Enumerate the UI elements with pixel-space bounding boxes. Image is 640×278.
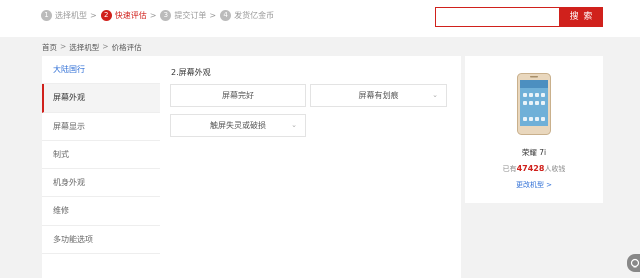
step-number: 3 [160, 10, 172, 21]
change-model-link[interactable]: 更改机型 > [465, 180, 603, 190]
step-separator: > [90, 11, 97, 20]
step-3: 3 提交订单 > [160, 10, 220, 21]
option-label: 触屏失灵或破损 [210, 121, 266, 130]
collected-count-text: 已有47428人收钱 [465, 164, 603, 174]
option-touch-failure[interactable]: 触屏失灵或破损 ⌄ [170, 114, 306, 137]
chat-bubble-icon [630, 258, 640, 268]
breadcrumb-select-model[interactable]: 选择机型 [69, 42, 99, 53]
assessment-panel: 2.屏幕外观 屏幕完好 屏幕有划痕 ⌄ 触屏失灵或破损 ⌄ [160, 56, 461, 278]
collected-prefix: 已有 [502, 165, 517, 173]
option-label: 屏幕有划痕 [358, 91, 399, 100]
sidebar-item-screen-display[interactable]: 屏幕显示 [42, 113, 160, 141]
product-card: 荣耀 7i 已有47428人收钱 更改机型 > [465, 56, 603, 203]
collected-count: 47428 [516, 164, 545, 173]
sidebar: 大陆国行 屏幕外观 屏幕显示 制式 机身外观 维修 多功能选项 [42, 56, 160, 278]
breadcrumb-home[interactable]: 首页 [42, 42, 57, 53]
chevron-down-icon: ⌄ [432, 91, 438, 99]
sidebar-item-body-appearance[interactable]: 机身外观 [42, 169, 160, 198]
step-number: 2 [100, 10, 112, 21]
step-label: 发货亿金币 [234, 11, 275, 20]
step-number: 4 [220, 10, 232, 21]
sidebar-item-region[interactable]: 大陆国行 [42, 56, 160, 85]
phone-image [517, 73, 551, 135]
step-2: 2 快速评估 > [100, 10, 161, 21]
breadcrumb: 首页 > 选择机型 > 价格评估 [42, 42, 142, 53]
option-screen-scratched[interactable]: 屏幕有划痕 ⌄ [310, 84, 447, 107]
sidebar-item-repair[interactable]: 维修 [42, 197, 160, 226]
step-number: 1 [41, 10, 52, 21]
search-input[interactable] [435, 7, 560, 27]
breadcrumb-current: 价格评估 [111, 43, 142, 52]
option-label: 屏幕完好 [222, 91, 254, 100]
step-label: 提交订单 [174, 11, 207, 20]
step-label: 选择机型 [55, 11, 87, 20]
option-screen-intact[interactable]: 屏幕完好 [170, 84, 306, 107]
breadcrumb-separator: > [102, 42, 109, 51]
chevron-down-icon: ⌄ [291, 121, 297, 129]
breadcrumb-separator: > [60, 42, 67, 51]
collected-suffix: 人收钱 [544, 165, 566, 173]
sidebar-item-functions[interactable]: 多功能选项 [42, 226, 160, 255]
sidebar-item-screen-appearance[interactable]: 屏幕外观 [42, 84, 160, 113]
step-progress: 1 选择机型 > 2 快速评估 > 3 提交订单 > 4 发货亿金币 [41, 10, 274, 21]
step-label: 快速评估 [114, 11, 147, 20]
step-separator: > [149, 11, 157, 20]
search-button[interactable]: 搜 索 [560, 7, 603, 27]
sidebar-item-network[interactable]: 制式 [42, 141, 160, 170]
step-separator: > [209, 11, 217, 20]
top-header: 1 选择机型 > 2 快速评估 > 3 提交订单 > 4 发货亿金币 搜 索 [0, 0, 640, 37]
product-name: 荣耀 7i [521, 148, 547, 157]
chat-icon[interactable] [627, 254, 640, 272]
section-title: 2.屏幕外观 [171, 68, 211, 77]
step-1: 1 选择机型 > [41, 10, 101, 21]
step-4: 4 发货亿金币 [220, 10, 274, 21]
